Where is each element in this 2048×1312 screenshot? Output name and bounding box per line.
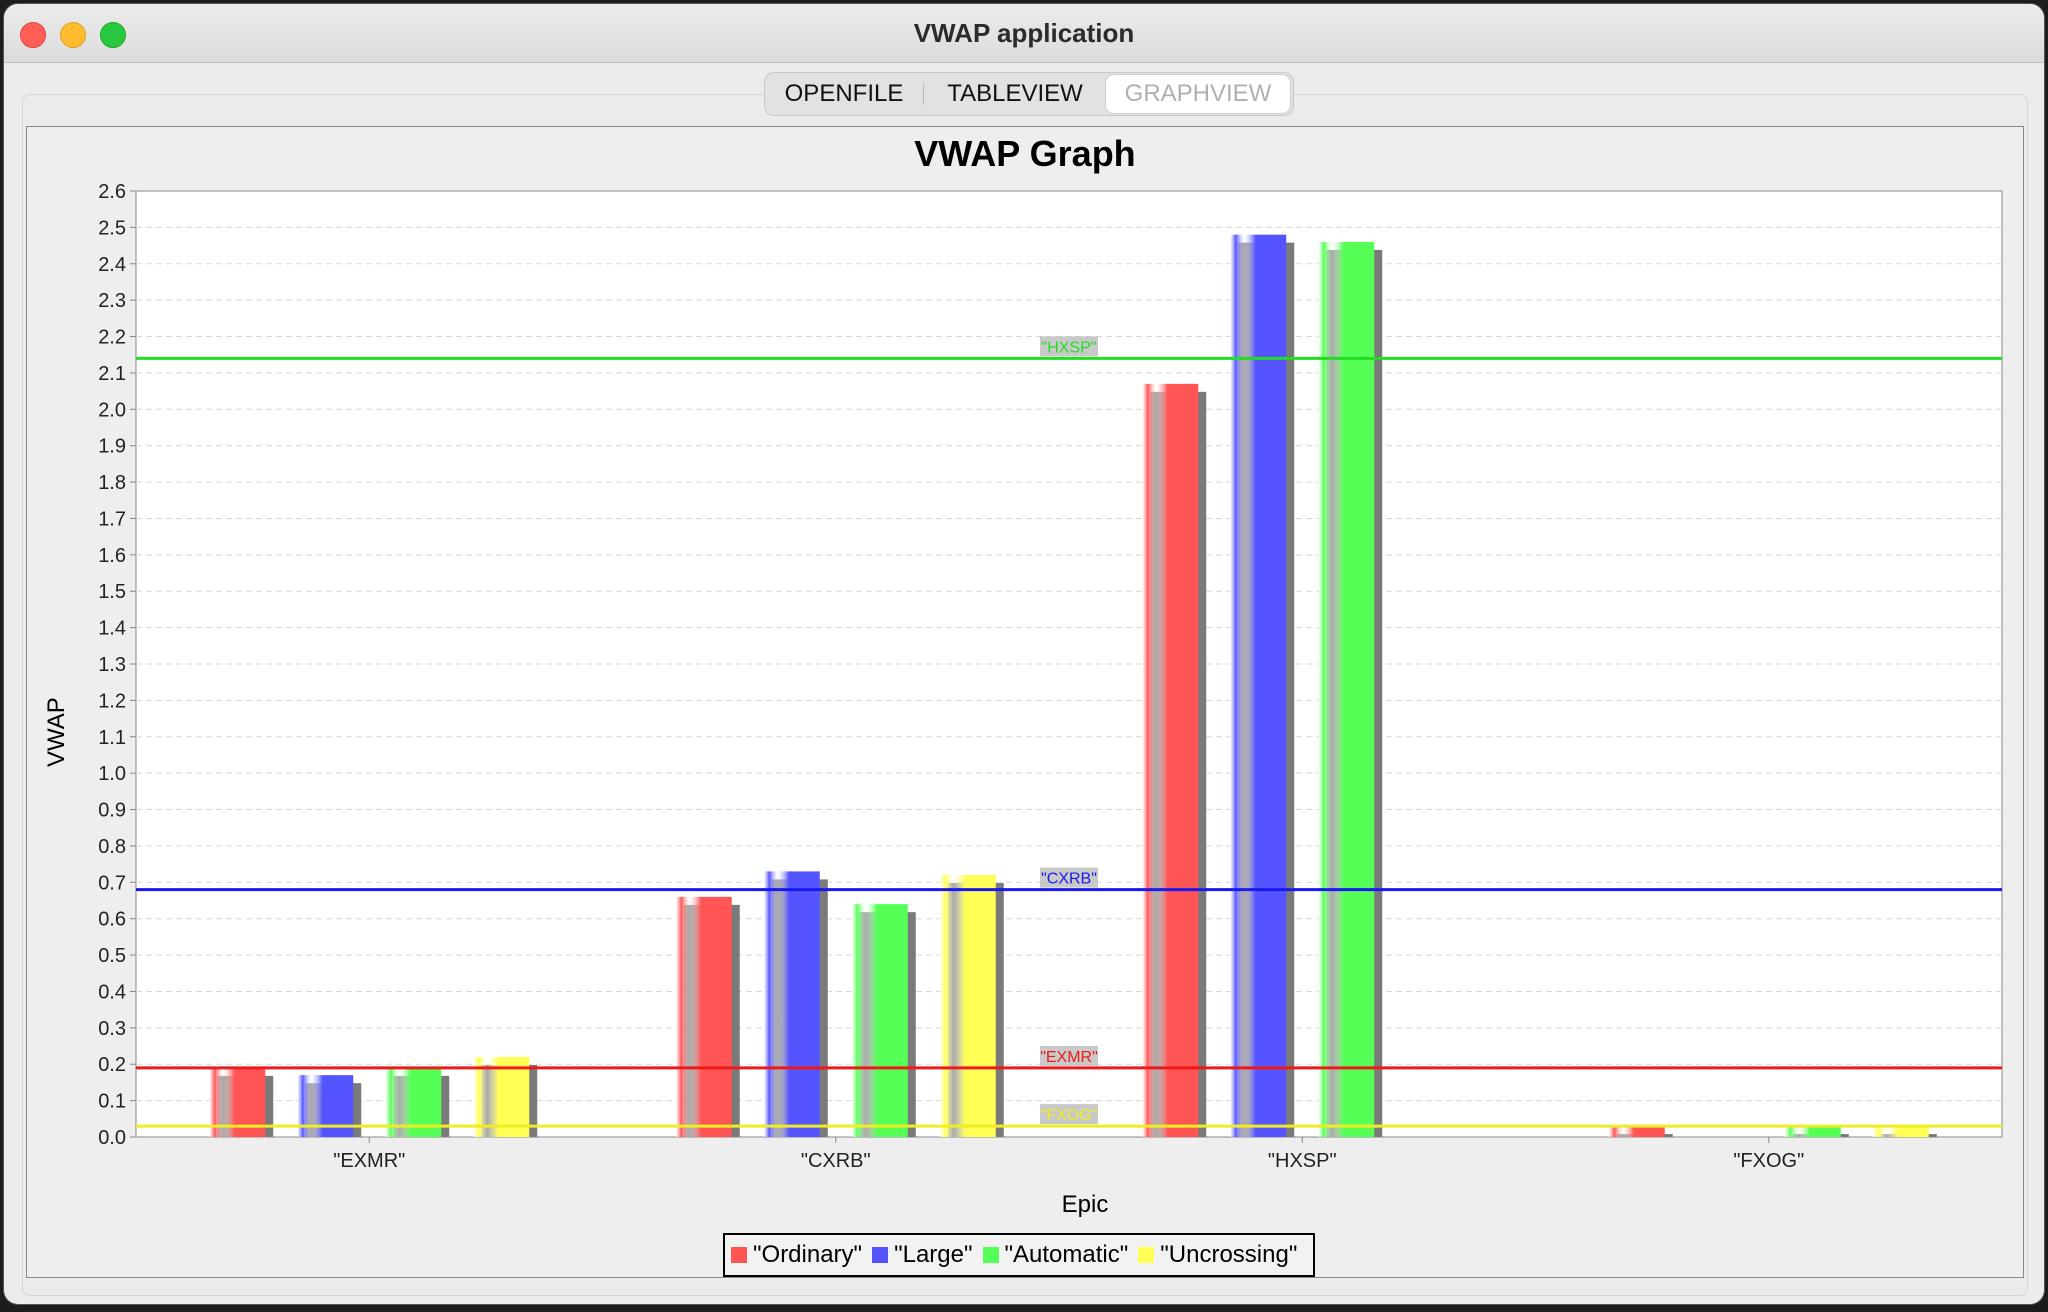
y-tick-label: 2.6 [98,181,126,203]
legend-label: "Large" [894,1241,973,1268]
y-tick-label: 1.1 [98,727,126,749]
x-tick-label: "HXSP" [1268,1150,1337,1172]
reference-line-label: "FXOG" [1041,1107,1098,1124]
x-tick-label: "EXMR" [333,1150,405,1172]
reference-line-label: "HXSP" [1042,339,1097,356]
y-tick-label: 0.0 [98,1127,126,1149]
legend-swatch [982,1247,999,1263]
y-tick-label: 2.5 [98,217,126,239]
y-tick-label: 0.6 [98,909,126,931]
y-tick-label: 2.2 [98,327,126,349]
bar [1230,234,1287,1138]
y-tick-label: 1.7 [98,508,126,530]
legend-item: "Automatic" [982,1241,1129,1269]
legend-swatch [1138,1247,1155,1263]
y-tick-label: 1.2 [98,690,126,712]
y-tick-label: 1.3 [98,654,126,676]
reference-line-label: "EXMR" [1040,1049,1098,1066]
y-tick-label: 0.7 [98,872,126,894]
legend-label: "Automatic" [1004,1241,1129,1268]
x-tick-label: "CXRB" [801,1150,871,1172]
chart-title: VWAP Graph [914,133,1136,174]
vwap-chart: 0.0 0.1 0.2 0.3 0.4 0.5 0.6 0.7 0.8 0.9 1.0 1.1 1.2 1… [98,181,2003,1172]
title-bar: VWAP application [4,4,2044,63]
bar [1318,241,1375,1137]
bar [1784,1126,1841,1137]
bar [851,904,908,1137]
bar [763,871,820,1137]
y-tick-label: 0.4 [98,981,126,1003]
app-window: VWAP application OPENFILE TABLEVIEW GRAP… [4,4,2044,1304]
reference-line-label: "CXRB" [1041,871,1097,888]
legend-item: "Uncrossing" [1138,1241,1297,1269]
y-tick-label: 1.8 [98,472,126,494]
window-title: VWAP application [913,18,1135,48]
y-tick-label: 1.4 [98,618,126,640]
chart-panel: 0.0 0.1 0.2 0.3 0.4 0.5 0.6 0.7 0.8 0.9 1.0 1.1 1.2 1… [26,126,2024,1278]
tab-graphview[interactable]: GRAPHVIEW [1106,75,1290,113]
y-tick-label: 2.3 [98,290,126,312]
y-tick-label: 0.8 [98,836,126,858]
legend-item: "Ordinary" [731,1241,862,1269]
bar [939,875,996,1137]
bar [1872,1126,1929,1137]
y-tick-label: 2.4 [98,254,126,276]
bar [1142,383,1199,1137]
y-tick-label: 0.9 [98,800,126,822]
bar [297,1075,354,1137]
legend-label: "Uncrossing" [1160,1241,1298,1268]
y-tick-label: 1.5 [98,581,126,603]
tab-tableview[interactable]: TABLEVIEW [924,75,1106,113]
x-tick-label: "FXOG" [1733,1150,1804,1172]
y-tick-label: 0.2 [98,1054,126,1076]
legend-item: "Large" [872,1241,973,1269]
bar [675,896,732,1137]
y-tick-label: 0.5 [98,945,126,967]
legend-swatch [872,1247,889,1263]
tab-openfile[interactable]: OPENFILE [765,75,923,113]
legend-label: "Ordinary" [753,1241,863,1268]
y-tick-label: 1.9 [98,436,126,458]
y-tick-label: 2.1 [98,363,126,385]
y-tick-label: 0.3 [98,1018,126,1040]
y-tick-label: 0.1 [98,1091,126,1113]
y-tick-label: 1.0 [98,763,126,785]
y-axis-label: VWAP [43,697,70,767]
chart-legend: "Ordinary" "Large" "Automatic" "Uncrossing" [723,1233,1316,1277]
tab-bar: OPENFILE TABLEVIEW GRAPHVIEW [764,72,1294,116]
legend-swatch [731,1247,747,1263]
x-axis-label: Epic [1061,1191,1109,1218]
bar [1608,1126,1665,1137]
y-tick-label: 1.6 [98,545,126,567]
y-tick-label: 2.0 [98,399,126,421]
